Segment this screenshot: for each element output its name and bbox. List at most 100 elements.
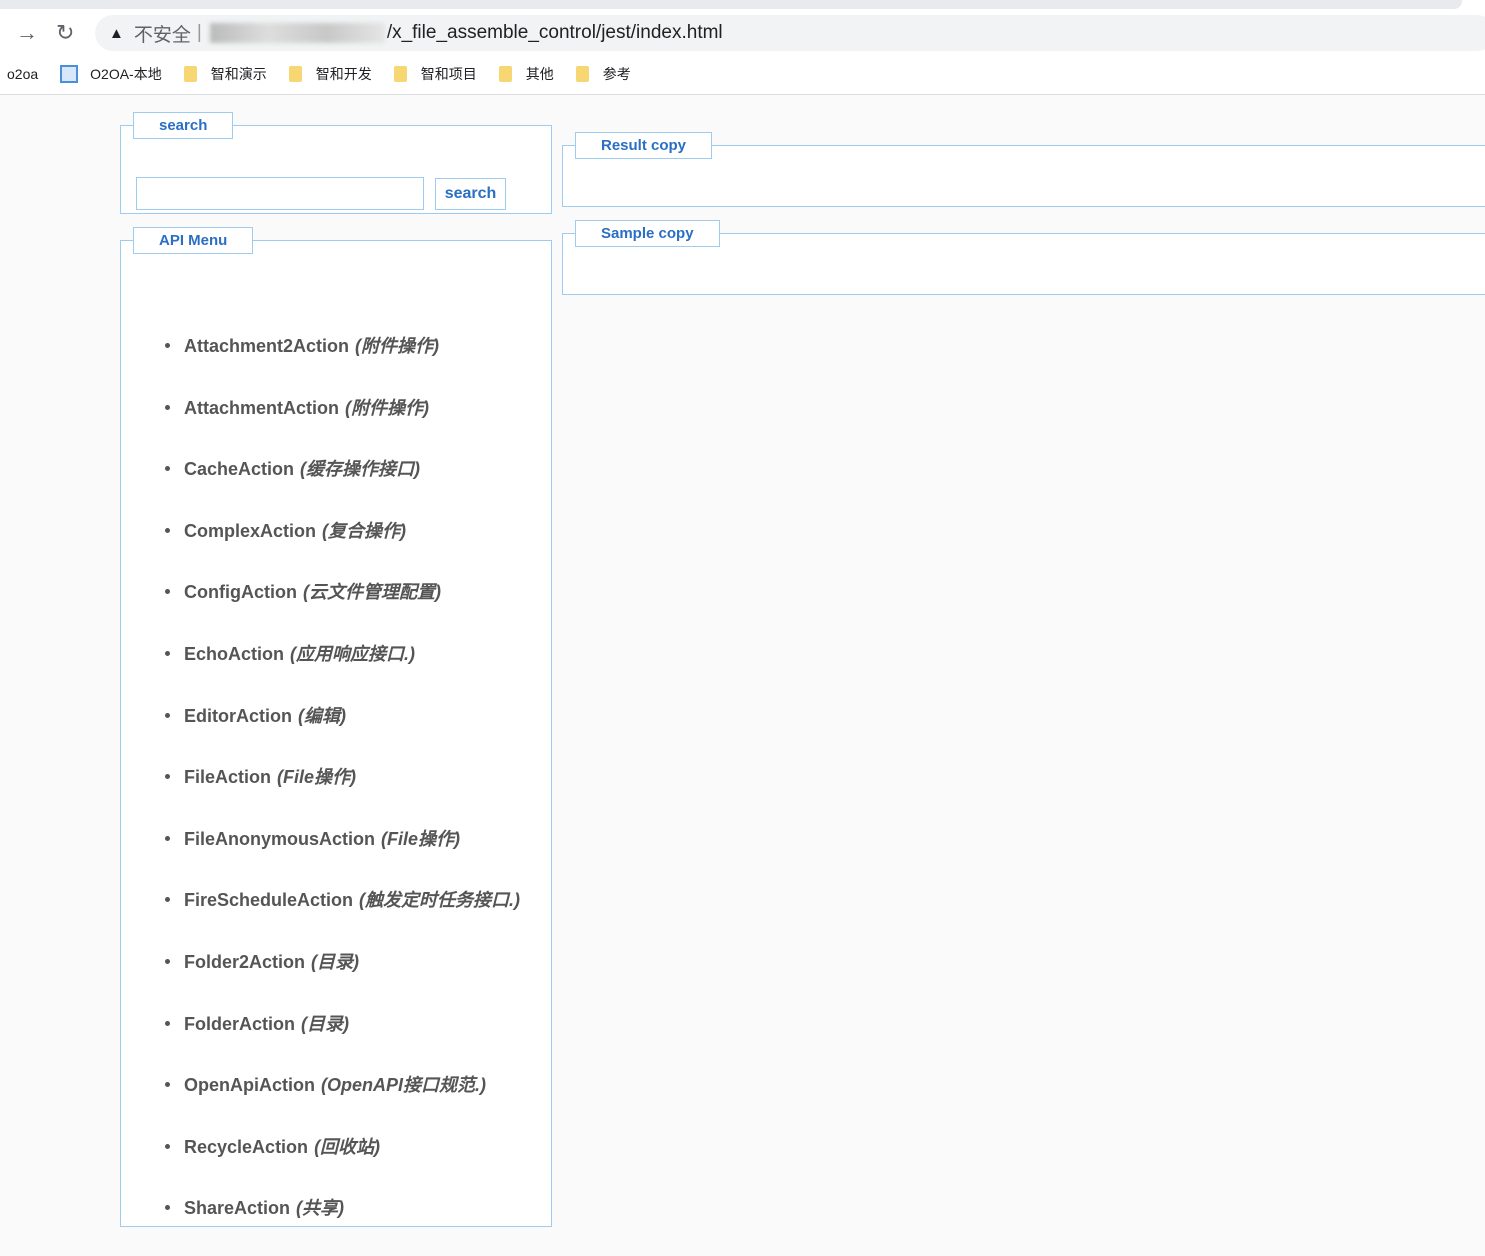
bullet-icon xyxy=(165,343,170,348)
bookmark-item[interactable]: 智和开发 xyxy=(288,64,372,84)
bullet-icon xyxy=(165,958,170,964)
api-menu-item[interactable]: ShareAction (共享) xyxy=(165,1194,520,1256)
folder-icon xyxy=(575,66,589,82)
api-menu-item[interactable]: AttachmentAction (附件操作) xyxy=(165,394,520,456)
api-menu-item[interactable]: CacheAction (缓存操作接口) xyxy=(165,455,520,517)
api-name[interactable]: FileAction xyxy=(184,767,271,788)
tab-strip xyxy=(0,0,1485,12)
bookmark-item[interactable]: 智和演示 xyxy=(183,64,267,84)
api-description: (共享) xyxy=(296,1198,345,1219)
folder-icon xyxy=(183,66,197,82)
api-menu-item[interactable]: FireScheduleAction (触发定时任务接口.) xyxy=(165,886,520,948)
api-name[interactable]: ConfigAction xyxy=(184,582,297,603)
bookmark-label: o2oa xyxy=(7,66,39,82)
api-description: (附件操作) xyxy=(355,336,440,356)
bookmark-item[interactable]: 其他 xyxy=(498,64,554,84)
bookmarks-bar: o2oa O2OA-本地 智和演示 智和开发 智和项目 其他 参考 xyxy=(0,54,1485,95)
api-name[interactable]: FireScheduleAction xyxy=(184,890,353,911)
search-input[interactable] xyxy=(136,177,424,210)
api-name[interactable]: FileAnonymousAction xyxy=(184,829,375,850)
result-panel: Result copy xyxy=(562,132,1485,207)
bullet-icon xyxy=(165,404,170,410)
api-menu-item[interactable]: EchoAction (应用响应接口.) xyxy=(165,640,520,702)
api-name[interactable]: EchoAction xyxy=(184,644,284,665)
bullet-icon xyxy=(165,712,170,718)
api-menu-item[interactable]: FileAction (File操作) xyxy=(165,763,520,825)
bookmark-label: 智和项目 xyxy=(420,66,477,82)
api-name[interactable]: Folder2Action xyxy=(184,952,305,973)
api-menu-legend: API Menu xyxy=(133,227,254,254)
api-description: (File操作) xyxy=(277,767,357,788)
bookmark-label: 智和开发 xyxy=(315,66,372,82)
api-menu-item[interactable]: FolderAction (目录) xyxy=(165,1010,520,1072)
sample-legend[interactable]: Sample copy xyxy=(575,220,720,247)
bookmark-label: O2OA-本地 xyxy=(90,66,162,82)
bookmark-item[interactable]: 参考 xyxy=(575,64,631,84)
api-menu-item[interactable]: FileAnonymousAction (File操作) xyxy=(165,825,520,887)
warning-icon: ▲ xyxy=(109,24,124,42)
folder-icon xyxy=(498,66,512,82)
api-name[interactable]: OpenApiAction xyxy=(184,1075,315,1096)
api-description: (云文件管理配置) xyxy=(302,582,441,603)
bookmark-label: 参考 xyxy=(602,66,631,82)
api-description: (缓存操作接口) xyxy=(300,459,421,480)
api-menu-item[interactable]: Folder2Action (目录) xyxy=(165,948,520,1010)
api-description: (附件操作) xyxy=(345,397,430,418)
bullet-icon xyxy=(165,897,170,903)
api-menu-item[interactable]: OpenApiAction (OpenAPI接口规范.) xyxy=(165,1071,520,1133)
search-panel: search search xyxy=(120,112,552,214)
address-bar[interactable]: ▲ 不安全 | /x_file_assemble_control/jest/in… xyxy=(95,15,1485,51)
api-name[interactable]: Attachment2Action xyxy=(184,336,349,357)
api-name[interactable]: AttachmentAction xyxy=(184,398,339,419)
api-description: (触发定时任务接口.) xyxy=(359,890,521,911)
browser-toolbar: → ↻ ▲ 不安全 | /x_file_assemble_control/jes… xyxy=(0,12,1485,54)
search-legend: search xyxy=(133,112,234,139)
api-description: (复合操作) xyxy=(322,520,407,541)
api-name[interactable]: ComplexAction xyxy=(184,521,316,542)
url-text: /x_file_assemble_control/jest/index.html xyxy=(386,22,723,43)
sample-panel: Sample copy xyxy=(562,220,1485,295)
bullet-icon xyxy=(165,1205,170,1211)
api-menu-item[interactable]: Attachment2Action (附件操作) xyxy=(165,332,520,394)
api-menu-item[interactable]: ComplexAction (复合操作) xyxy=(165,517,520,579)
bullet-icon xyxy=(165,1082,170,1088)
bookmark-item[interactable]: O2OA-本地 xyxy=(60,64,162,84)
bookmark-item[interactable]: 智和项目 xyxy=(393,64,477,84)
reload-icon[interactable]: ↻ xyxy=(56,20,74,46)
bullet-icon xyxy=(165,774,170,780)
api-menu-list: Attachment2Action (附件操作) AttachmentAction (… xyxy=(165,332,520,1256)
bullet-icon xyxy=(165,589,170,595)
bullet-icon xyxy=(165,835,170,841)
api-description: (目录) xyxy=(301,1013,349,1034)
result-legend[interactable]: Result copy xyxy=(575,132,713,159)
api-description: (OpenAPI接口规范.) xyxy=(321,1075,486,1096)
api-name[interactable]: ShareAction xyxy=(184,1198,290,1219)
url-host-redacted xyxy=(209,23,385,43)
bullet-icon xyxy=(165,650,170,656)
bullet-icon xyxy=(165,1143,170,1149)
api-name[interactable]: FolderAction xyxy=(184,1014,295,1035)
bookmark-label: 其他 xyxy=(525,66,554,82)
api-description: (目录) xyxy=(311,951,360,972)
api-description: (编辑) xyxy=(298,705,346,726)
api-description: (File操作) xyxy=(381,828,461,849)
bookmark-label: 智和演示 xyxy=(210,66,267,82)
api-menu-item[interactable]: EditorAction (编辑) xyxy=(165,702,520,764)
folder-icon xyxy=(393,66,407,82)
bullet-icon xyxy=(165,527,170,533)
api-menu-item[interactable]: ConfigAction (云文件管理配置) xyxy=(165,578,520,640)
folder-icon xyxy=(288,66,302,82)
security-label: 不安全 xyxy=(133,24,191,46)
bookmark-item[interactable]: o2oa xyxy=(7,66,38,82)
api-name[interactable]: RecycleAction xyxy=(184,1137,308,1158)
site-icon xyxy=(60,65,79,83)
api-description: (应用响应接口.) xyxy=(290,643,416,664)
api-name[interactable]: EditorAction xyxy=(184,706,292,727)
bullet-icon xyxy=(165,1020,170,1026)
search-button[interactable]: search xyxy=(435,178,506,210)
api-menu-item[interactable]: RecycleAction (回收站) xyxy=(165,1133,520,1195)
api-description: (回收站) xyxy=(314,1136,381,1157)
forward-icon[interactable]: → xyxy=(16,20,38,46)
api-name[interactable]: CacheAction xyxy=(184,459,294,480)
api-menu-panel: API Menu Attachment2Action (附件操作) Attachme… xyxy=(120,227,552,1227)
